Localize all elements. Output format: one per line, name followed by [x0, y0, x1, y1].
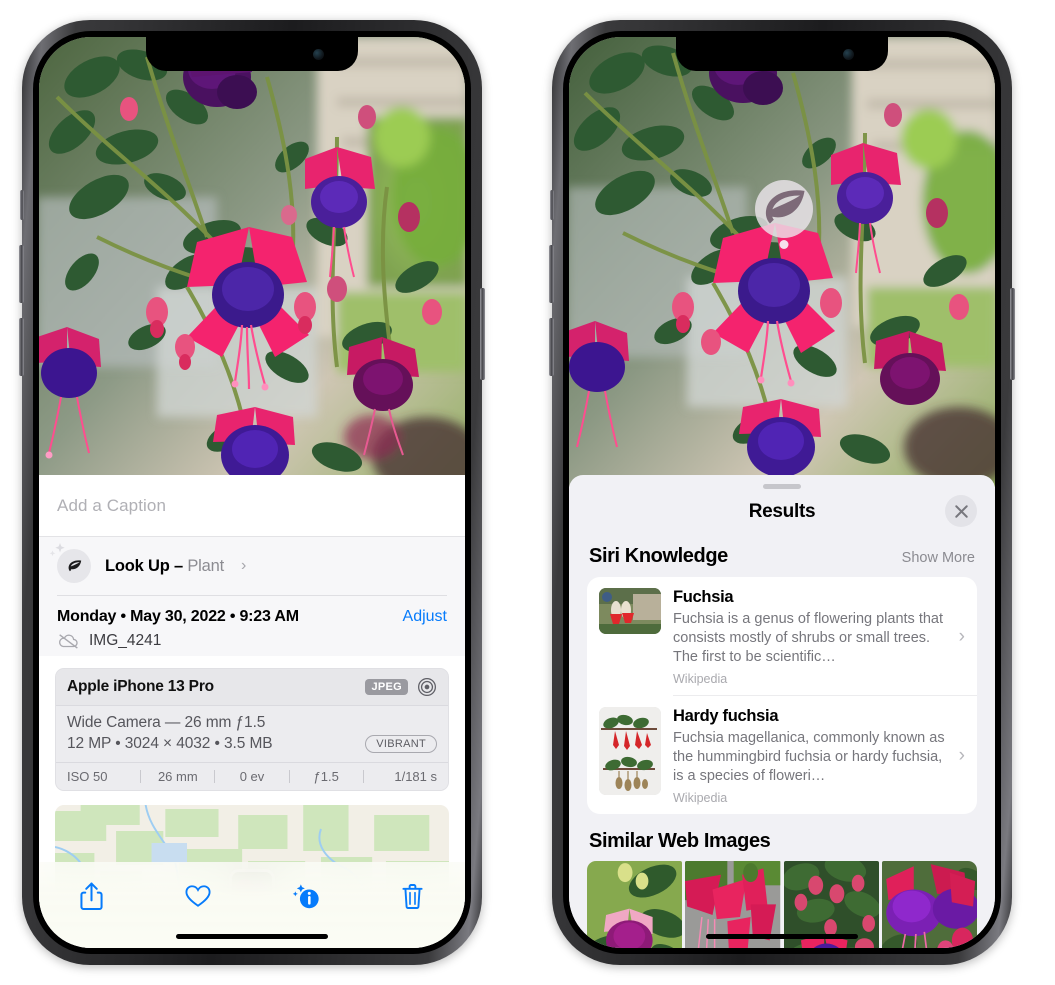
- caption-field[interactable]: Add a Caption: [39, 475, 465, 537]
- leaf-icon: [49, 543, 91, 583]
- camera-info-card[interactable]: Apple iPhone 13 Pro JPEG Wide Camera — 2…: [55, 668, 449, 791]
- knowledge-body: Fuchsia Fuchsia is a genus of flowering …: [673, 588, 945, 686]
- exif-ev: 0 ev: [239, 769, 265, 784]
- results-title: Results: [748, 501, 816, 522]
- web-image-1: [587, 861, 683, 948]
- siri-knowledge-card: Fuchsia Fuchsia is a genus of flowering …: [587, 577, 977, 815]
- camera-device: Apple iPhone 13 Pro: [67, 678, 214, 695]
- camera-lens-line: Wide Camera — 26 mm ƒ1.5: [67, 714, 266, 731]
- knowledge-description: Fuchsia magellanica, commonly known as t…: [673, 729, 945, 785]
- look-up-row[interactable]: Look Up – Plant ›: [49, 537, 447, 595]
- screen-right: Results Siri Knowledge Show More Fuchsia…: [569, 37, 995, 948]
- photo-filename: IMG_4241: [89, 632, 162, 649]
- fuchsia-photo: [39, 37, 465, 507]
- knowledge-thumbnail: [599, 588, 661, 634]
- device-notch: [146, 37, 358, 71]
- front-camera: [313, 49, 324, 60]
- volume-down-button[interactable]: [19, 318, 24, 376]
- section-title: Siri Knowledge: [589, 545, 728, 567]
- look-up-subject: Plant: [187, 556, 224, 575]
- lookup-block: Look Up – Plant ›: [39, 537, 465, 596]
- show-more-button[interactable]: Show More: [902, 550, 975, 566]
- exif-iso: ISO 50: [67, 769, 108, 784]
- aperture-icon: [418, 678, 436, 696]
- icloud-slash-icon: [59, 634, 78, 649]
- home-indicator[interactable]: [706, 934, 858, 939]
- metadata-block: Monday • May 30, 2022 • 9:23 AM Adjust I…: [39, 596, 465, 656]
- fuchsia-photo: [569, 37, 995, 487]
- knowledge-title: Fuchsia: [673, 588, 734, 606]
- mute-switch[interactable]: [20, 190, 24, 220]
- exif-aperture: ƒ1.5: [313, 769, 339, 784]
- chevron-right-icon: ›: [240, 557, 247, 574]
- leaf-badge: [755, 180, 813, 238]
- web-image-tile[interactable]: [881, 861, 977, 948]
- exif-row: ISO 50 26 mm 0 ev ƒ1.5 1/181 s: [56, 762, 448, 790]
- power-button[interactable]: [480, 288, 485, 380]
- chevron-right-icon: ›: [958, 626, 965, 648]
- volume-down-button[interactable]: [549, 318, 554, 376]
- siri-knowledge-header: Siri Knowledge Show More: [569, 535, 995, 577]
- info-sparkle-icon: [292, 883, 319, 908]
- leaf-icon: [765, 190, 805, 224]
- photo-viewer[interactable]: [569, 37, 995, 487]
- heart-icon: [185, 885, 211, 907]
- device-bezel: Add a Caption Look Up – Plant › Monday •…: [33, 31, 471, 954]
- mute-switch[interactable]: [550, 190, 554, 220]
- adjust-button[interactable]: Adjust: [403, 608, 447, 626]
- share-button[interactable]: [69, 876, 113, 916]
- camera-specs-line: 12 MP • 3024 × 4032 • 3.5 MB: [67, 735, 273, 752]
- close-button[interactable]: [945, 495, 977, 527]
- fuchsia-thumb-2: [599, 707, 661, 796]
- home-indicator[interactable]: [176, 934, 328, 939]
- results-header: Results: [569, 489, 995, 535]
- style-badge: VIBRANT: [365, 735, 437, 753]
- delete-button[interactable]: [391, 876, 435, 916]
- iphone-left: Add a Caption Look Up – Plant › Monday •…: [19, 20, 485, 965]
- caption-placeholder: Add a Caption: [57, 495, 167, 515]
- iphone-right: Results Siri Knowledge Show More Fuchsia…: [549, 20, 1015, 965]
- look-up-label: Look Up – Plant: [105, 556, 224, 575]
- chevron-right-icon: ›: [958, 745, 965, 767]
- photo-viewer[interactable]: [39, 37, 465, 507]
- format-badge: JPEG: [365, 679, 408, 695]
- device-bezel: Results Siri Knowledge Show More Fuchsia…: [563, 31, 1001, 954]
- visual-lookup-badge[interactable]: [755, 180, 813, 249]
- power-button[interactable]: [1010, 288, 1015, 380]
- similar-web-images-header: Similar Web Images: [569, 814, 995, 857]
- share-icon: [79, 882, 103, 910]
- device-notch: [676, 37, 888, 71]
- knowledge-thumbnail: [599, 707, 661, 796]
- knowledge-title: Hardy fuchsia: [673, 707, 779, 726]
- info-button[interactable]: [284, 876, 328, 916]
- volume-up-button[interactable]: [19, 245, 24, 303]
- knowledge-source: Wikipedia: [673, 672, 728, 687]
- knowledge-item[interactable]: Fuchsia Fuchsia is a genus of flowering …: [587, 577, 977, 695]
- screenshot-canvas: Add a Caption Look Up – Plant › Monday •…: [0, 0, 1055, 985]
- section-title: Similar Web Images: [589, 830, 771, 853]
- photo-date: Monday • May 30, 2022 • 9:23 AM: [57, 608, 299, 625]
- exif-shutter: 1/181 s: [394, 769, 438, 784]
- web-image-4: [881, 861, 977, 948]
- knowledge-source: Wikipedia: [673, 791, 728, 806]
- favorite-button[interactable]: [176, 876, 220, 916]
- knowledge-item[interactable]: Hardy fuchsia Fuchsia magellanica, commo…: [587, 696, 977, 814]
- results-sheet: Results Siri Knowledge Show More Fuchsia…: [569, 475, 995, 948]
- fuchsia-thumb-1: [599, 588, 661, 634]
- web-image-tile[interactable]: [587, 861, 683, 948]
- trash-icon: [402, 883, 424, 909]
- exif-focal: 26 mm: [157, 769, 198, 784]
- knowledge-body: Hardy fuchsia Fuchsia magellanica, commo…: [673, 707, 945, 805]
- knowledge-description: Fuchsia is a genus of flowering plants t…: [673, 610, 944, 666]
- badge-anchor-dot: [779, 240, 789, 249]
- volume-up-button[interactable]: [549, 245, 554, 303]
- front-camera: [843, 49, 854, 60]
- sparkle-icon: [49, 543, 65, 557]
- close-icon: [954, 504, 968, 518]
- screen-left: Add a Caption Look Up – Plant › Monday •…: [39, 37, 465, 948]
